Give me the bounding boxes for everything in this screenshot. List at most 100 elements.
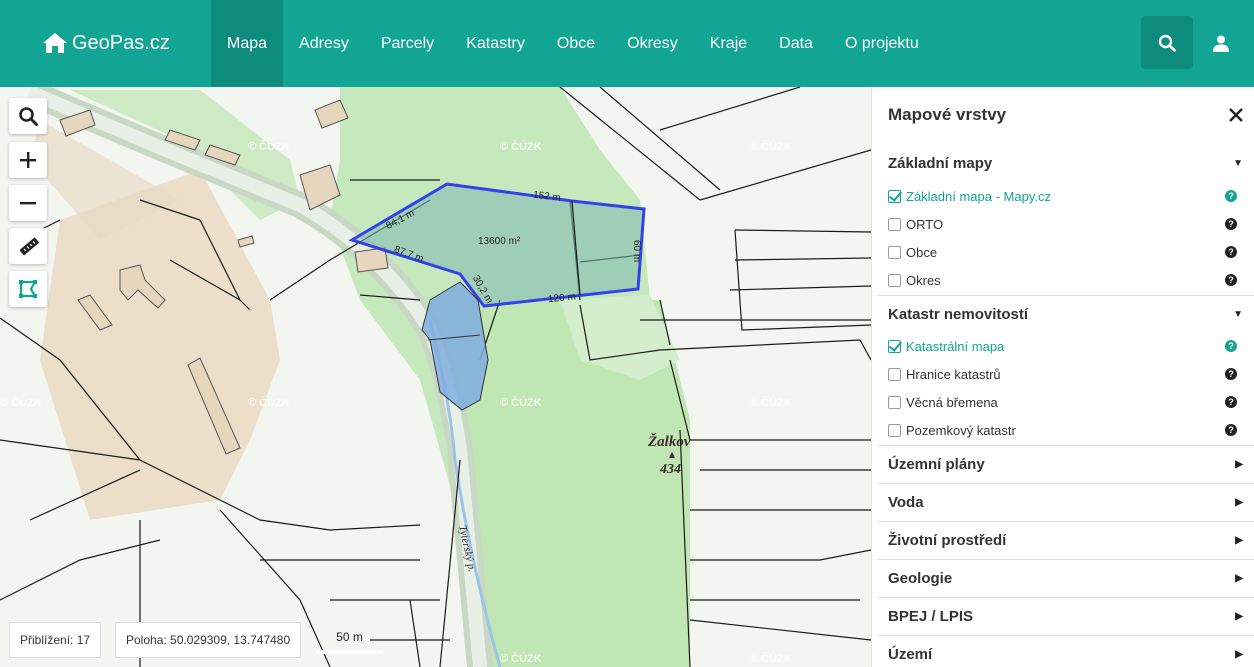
layer-checkbox[interactable]	[888, 245, 901, 259]
section-uzemni-plany[interactable]: Územní plány ▶	[878, 445, 1254, 484]
scale-bar-line	[316, 650, 383, 654]
main-nav: Mapa Adresy Parcely Katastry Obce Okresy…	[211, 0, 935, 87]
layers-panel: Mapové vrstvy Základní mapy ▼ Základní m…	[871, 87, 1254, 667]
layer-label: Obce	[906, 244, 938, 260]
section-title: Území	[888, 646, 933, 663]
help-icon[interactable]: ?	[1225, 340, 1237, 352]
section-title: Životní prostředí	[888, 532, 1007, 549]
cadastral-map[interactable]: 13600 m² 84,1 m 152 m 60 m 120 m 30,2 m …	[0, 87, 871, 667]
nav-item-okresy[interactable]: Okresy	[611, 0, 694, 87]
layer-hranice-katastru[interactable]: Hranice katastrů ?	[888, 364, 1243, 384]
help-icon[interactable]: ?	[1225, 368, 1237, 380]
nav-item-kraje[interactable]: Kraje	[694, 0, 763, 87]
area-label: 13600 m²	[478, 236, 521, 247]
place-name-label: Žalkov	[647, 433, 691, 450]
search-icon	[19, 107, 38, 126]
ruler-icon	[19, 237, 39, 256]
header-search-button[interactable]	[1141, 16, 1193, 69]
help-icon[interactable]: ?	[1225, 424, 1237, 436]
layer-vecna-bremena[interactable]: Věcná břemena ?	[888, 392, 1243, 412]
section-voda[interactable]: Voda ▶	[878, 483, 1254, 522]
section-title: Voda	[888, 494, 924, 511]
help-icon[interactable]: ?	[1225, 190, 1237, 202]
measure-area-button[interactable]	[9, 271, 47, 307]
section-title: Geologie	[888, 570, 953, 587]
section-header[interactable]: Geologie ▶	[878, 560, 1254, 598]
watermark-6: © ČÚZK	[500, 396, 542, 409]
section-header[interactable]: Území ▶	[878, 636, 1254, 667]
panel-title: Mapové vrstvy	[888, 105, 1007, 124]
help-icon[interactable]: ?	[1225, 274, 1237, 286]
zoom-out-button[interactable]	[9, 185, 47, 221]
section-katastr: Katastr nemovitostí ▼	[878, 295, 1254, 334]
map-search-button[interactable]	[9, 98, 47, 134]
section-header-zakladni-mapy[interactable]: Základní mapy ▼	[878, 145, 1254, 183]
caret-right-icon: ▶	[1235, 573, 1243, 584]
brand-link[interactable]: GeoPas.cz	[42, 28, 170, 58]
section-zivotni-prostredi[interactable]: Životní prostředí ▶	[878, 521, 1254, 560]
caret-right-icon: ▶	[1235, 611, 1243, 622]
top-navbar: GeoPas.cz Mapa Adresy Parcely Katastry O…	[0, 0, 1254, 87]
watermark-2: © ČÚZK	[500, 140, 542, 153]
layer-orto[interactable]: ORTO ?	[888, 214, 1243, 234]
user-button[interactable]	[1206, 27, 1236, 59]
nav-item-mapa[interactable]: Mapa	[211, 0, 284, 87]
layer-label: Věcná břemena	[906, 394, 998, 410]
nav-item-parcely[interactable]: Parcely	[365, 0, 450, 87]
zoom-out-icon	[20, 202, 36, 205]
watermark-8: © ČÚZK	[500, 652, 542, 665]
layer-checkbox[interactable]	[888, 217, 901, 231]
zoom-in-button[interactable]	[9, 142, 47, 178]
user-icon	[1213, 35, 1229, 52]
layer-label: Pozemkový katastr	[906, 422, 1016, 438]
search-icon	[1158, 34, 1176, 52]
nav-item-adresy[interactable]: Adresy	[283, 0, 365, 87]
help-icon[interactable]: ?	[1225, 218, 1237, 230]
position-readout: Poloha: 50.029309, 13.747480	[115, 622, 302, 658]
layer-okres[interactable]: Okres ?	[888, 270, 1243, 290]
section-title: BPEJ / LPIS	[888, 608, 974, 625]
nav-item-data[interactable]: Data	[763, 0, 829, 87]
watermark-4: © ČÚZK	[0, 396, 42, 409]
layer-checkbox[interactable]	[888, 273, 901, 287]
map-canvas[interactable]: 13600 m² 84,1 m 152 m 60 m 120 m 30,2 m …	[0, 87, 871, 667]
caret-right-icon: ▶	[1235, 459, 1243, 470]
section-uzemi[interactable]: Území ▶	[878, 635, 1254, 667]
help-icon[interactable]: ?	[1225, 246, 1237, 258]
caret-down-icon: ▼	[1233, 158, 1243, 169]
section-header[interactable]: BPEJ / LPIS ▶	[878, 598, 1254, 636]
section-bpej-lpis[interactable]: BPEJ / LPIS ▶	[878, 597, 1254, 636]
layer-checkbox[interactable]	[888, 189, 901, 203]
section-zakladni-mapy: Základní mapy ▼	[878, 145, 1254, 183]
watermark-9: © ČÚZK	[750, 652, 792, 665]
caret-right-icon: ▶	[1235, 535, 1243, 546]
nav-item-katastry[interactable]: Katastry	[450, 0, 541, 87]
caret-right-icon: ▶	[1235, 649, 1243, 660]
scale-bar: 50 m	[316, 630, 383, 660]
layer-checkbox[interactable]	[888, 367, 901, 381]
section-header-katastr[interactable]: Katastr nemovitostí ▼	[878, 296, 1254, 334]
layer-pozemkovy-katastr[interactable]: Pozemkový katastr ?	[888, 420, 1243, 440]
layer-katastralni-mapa[interactable]: Katastrální mapa ?	[888, 336, 1243, 356]
watermark-1: © ČÚZK	[248, 140, 290, 153]
section-header[interactable]: Životní prostředí ▶	[878, 522, 1254, 560]
section-header[interactable]: Územní plány ▶	[878, 446, 1254, 484]
layer-checkbox[interactable]	[888, 395, 901, 409]
layer-obce[interactable]: Obce ?	[888, 242, 1243, 262]
nav-item-o-projektu[interactable]: O projektu	[829, 0, 935, 87]
section-header[interactable]: Voda ▶	[878, 484, 1254, 522]
layer-checkbox[interactable]	[888, 423, 901, 437]
zoom-in-icon	[20, 152, 36, 168]
scale-label: 50 m	[336, 630, 363, 644]
nav-item-obce[interactable]: Obce	[541, 0, 611, 87]
measure-distance-button[interactable]	[9, 228, 47, 264]
layer-zakladni-mapa[interactable]: Základní mapa - Mapy.cz ?	[888, 186, 1243, 206]
help-icon[interactable]: ?	[1225, 396, 1237, 408]
layer-label: ORTO	[906, 216, 944, 232]
watermark-5: © ČÚZK	[248, 396, 290, 409]
layer-checkbox[interactable]	[888, 339, 901, 353]
section-geologie[interactable]: Geologie ▶	[878, 559, 1254, 598]
close-panel-button[interactable]	[1226, 105, 1246, 125]
polygon-icon	[19, 280, 37, 298]
section-title: Katastr nemovitostí	[888, 306, 1029, 323]
